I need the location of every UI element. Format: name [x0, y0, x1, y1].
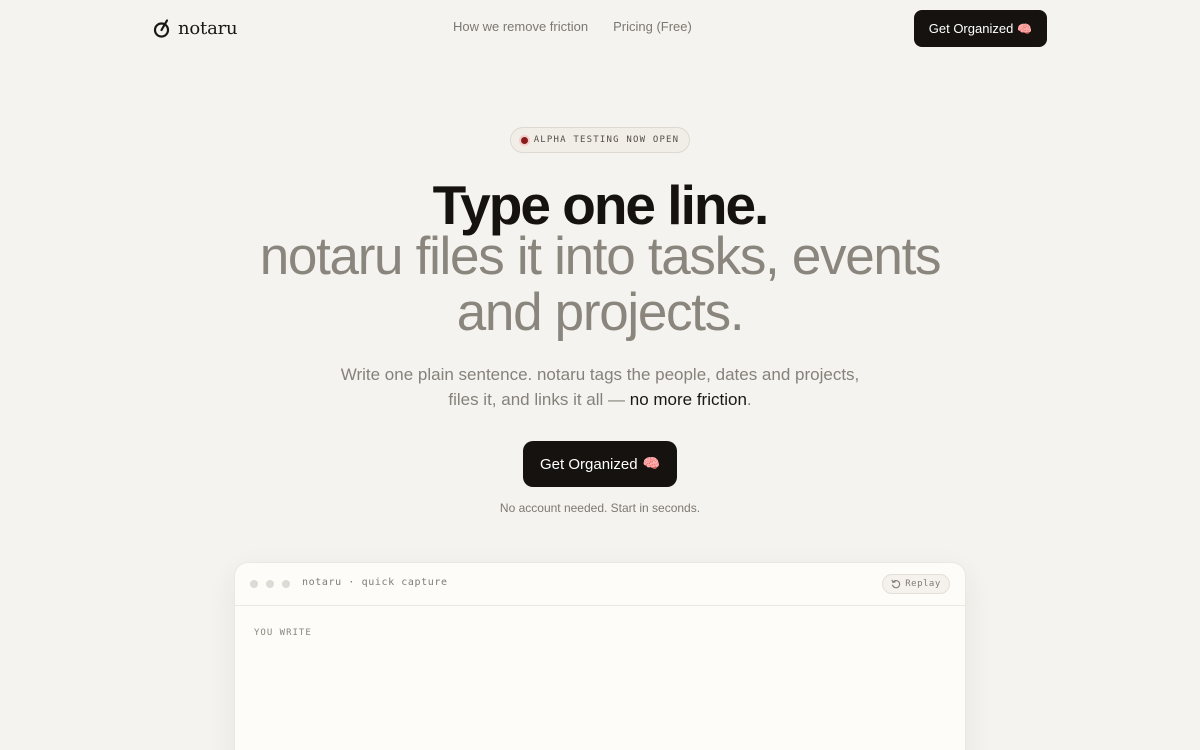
nav-cta-label: Get Organized [928, 21, 1014, 36]
window-dot-icon [250, 580, 258, 588]
hero-description: Write one plain sentence. notaru tags th… [0, 362, 1200, 412]
hero-get-organized-button[interactable]: Get Organized 🧠 [523, 441, 677, 487]
hero-cta-label: Get Organized [540, 455, 638, 473]
window-dot-icon [266, 580, 274, 588]
card-title: notaru · quick capture [302, 577, 448, 588]
nav-link-pricing[interactable]: Pricing (Free) [613, 19, 692, 34]
replay-button[interactable]: Replay [882, 574, 950, 594]
brain-icon: 🧠 [642, 456, 660, 472]
window-dots [250, 580, 290, 588]
brain-icon: 🧠 [1017, 21, 1033, 36]
nav-get-organized-button[interactable]: Get Organized 🧠 [914, 10, 1047, 47]
top-nav: notaru How we remove friction Pricing (F… [0, 0, 1200, 56]
alpha-badge-text: ALPHA TESTING NOW OPEN [533, 135, 680, 145]
nav-link-friction[interactable]: How we remove friction [453, 19, 588, 34]
hero-description-end: . [746, 390, 752, 409]
logo-icon [153, 19, 170, 38]
you-write-label: YOU WRITE [254, 628, 312, 638]
hero-description-line-1: Write one plain sentence. notaru tags th… [340, 365, 860, 384]
nav-links: How we remove friction Pricing (Free) [453, 19, 692, 34]
brand-name: notaru [178, 18, 238, 39]
window-dot-icon [282, 580, 290, 588]
hero-subheadline-line-1: notaru files it into tasks, events [259, 227, 942, 286]
replay-label: Replay [905, 579, 941, 589]
quick-capture-card: notaru · quick capture Replay YOU WRITE [234, 562, 966, 750]
hero-description-emphasis: no more friction [629, 390, 747, 409]
alpha-badge: ALPHA TESTING NOW OPEN [510, 127, 690, 153]
replay-icon [891, 579, 901, 589]
hero-subheadline: notaru files it into tasks, events and p… [0, 229, 1200, 341]
status-dot-icon [520, 136, 528, 144]
landing-page: notaru How we remove friction Pricing (F… [0, 0, 1200, 750]
brand-logo[interactable]: notaru [153, 18, 238, 39]
hero-description-line-2: files it, and links it all — [448, 390, 630, 409]
card-title-bar: notaru · quick capture Replay [235, 563, 965, 606]
hero-note: No account needed. Start in seconds. [499, 501, 701, 515]
hero-subheadline-line-2: and projects. [456, 283, 745, 342]
